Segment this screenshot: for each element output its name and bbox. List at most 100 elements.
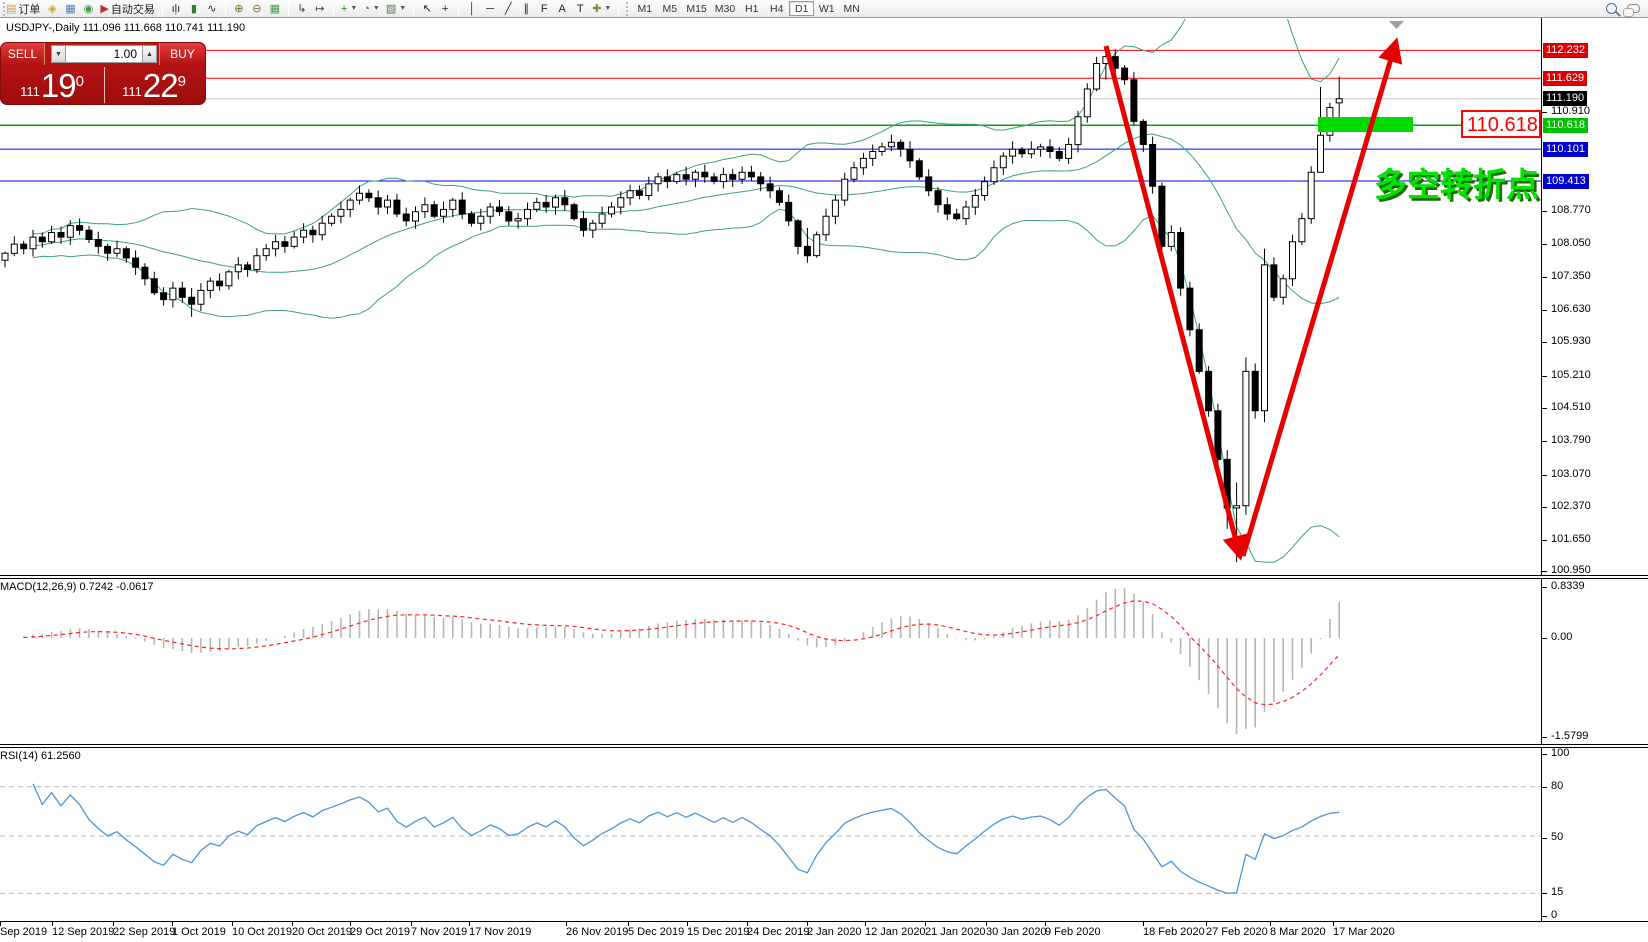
axis-tick: [1542, 737, 1547, 738]
sell-price-big: 19: [41, 69, 76, 102]
volume-stepper: ▼ 1.00 ▲: [51, 45, 157, 63]
price-tick-label: 107.350: [1551, 270, 1591, 282]
price-axis: 110.910108.770108.050107.350106.630105.9…: [1541, 18, 1648, 922]
date-label: 21 Jan 2020: [925, 926, 986, 938]
axis-tick: [1542, 838, 1547, 839]
macd-histogram: [24, 588, 1340, 734]
axis-tick: [1542, 916, 1547, 917]
candle-wicks: [5, 49, 1339, 562]
date-label: 26 Nov 2019: [566, 926, 628, 938]
price-tick-label: 104.510: [1551, 401, 1591, 413]
one-click-trade-panel: SELL ▼ 1.00 ▲ BUY 111 19 0 111 22 9: [0, 42, 206, 105]
axis-tick: [1542, 638, 1547, 639]
price-tick-label: 102.370: [1551, 500, 1591, 512]
macd-zero-label: 0.00: [1551, 631, 1572, 643]
volume-field[interactable]: 1.00: [66, 45, 142, 63]
price-level-badge: 111.629: [1543, 71, 1587, 86]
date-axis: Sep 2019 12 Sep 201922 Sep 20191 Oct 2019…: [0, 922, 1648, 942]
main-chart-panel: 110.618多空转折点 多空转折点: [0, 0, 1542, 562]
mt4-terminal-window: ▤订单◈▦◉▶自动交易ıļı▮∿⊕⊖▦↳↦+▼◔▼▧▼↖+│─╱∥FAT✚▼M1…: [0, 0, 1648, 942]
rsi-panel: [0, 784, 1541, 894]
rsi-tick-label: 15: [1551, 886, 1563, 898]
bollinger-lower-band: [33, 209, 1339, 562]
axis-tick: [1542, 893, 1547, 894]
date-label: 17 Nov 2019: [469, 926, 531, 938]
v-reversal-down-arrow: [1106, 46, 1240, 556]
price-tick-label: 103.790: [1551, 434, 1591, 446]
date-label: 2 Jan 2020: [807, 926, 861, 938]
buy-button[interactable]: BUY: [159, 43, 205, 65]
date-label: 15 Dec 2019: [687, 926, 749, 938]
axis-tick: [1542, 376, 1547, 377]
axis-tick: [1542, 787, 1547, 788]
date-label: 30 Jan 2020: [986, 926, 1047, 938]
price-level-badge: 110.618: [1543, 118, 1588, 133]
volume-increase-button[interactable]: ▲: [142, 45, 157, 63]
price-tick-label: 110.910: [1551, 105, 1590, 117]
price-tick-label: 105.930: [1551, 335, 1591, 347]
axis-tick: [1542, 475, 1547, 476]
panel-separator[interactable]: [0, 575, 1648, 579]
date-label: 20 Oct 2019: [292, 926, 352, 938]
axis-tick: [1542, 587, 1547, 588]
price-tick-label: 105.210: [1551, 369, 1591, 381]
axis-tick: [1542, 754, 1547, 755]
buy-price-big: 22: [143, 69, 178, 102]
price-tick-label: 108.050: [1551, 237, 1591, 249]
price-tick-label: 103.070: [1551, 468, 1591, 480]
rsi-tick-label: 0: [1551, 909, 1557, 921]
date-label: 22 Sep 2019: [113, 926, 175, 938]
date-label: 5 Dec 2019: [628, 926, 684, 938]
rsi-line: [33, 784, 1339, 894]
macd-max-label: 0.8339: [1551, 580, 1585, 592]
date-label: 27 Feb 2020: [1206, 926, 1268, 938]
volume-decrease-button[interactable]: ▼: [51, 45, 66, 63]
highlight-zone: [1318, 117, 1413, 132]
price-callout-text: 110.618: [1467, 114, 1538, 136]
axis-tick: [1542, 244, 1547, 245]
cn-annotation: 多空转折点: [1374, 166, 1539, 203]
macd-min-label: -1.5799: [1551, 730, 1588, 742]
axis-tick: [1542, 310, 1547, 311]
axis-tick: [1542, 507, 1547, 508]
rsi-tick-label: 80: [1551, 780, 1563, 792]
axis-tick: [1542, 408, 1547, 409]
date-label: 12 Sep 2019: [52, 926, 114, 938]
price-level-badge: 109.413: [1543, 174, 1589, 189]
price-level-badge: 111.190: [1543, 91, 1587, 106]
buy-price-figure: 111: [122, 82, 142, 102]
axis-tick: [1542, 342, 1547, 343]
price-level-badge: 110.101: [1543, 142, 1588, 157]
buy-price-pip: 9: [178, 74, 186, 89]
date-label: 8 Mar 2020: [1270, 926, 1326, 938]
date-label: 10 Oct 2019: [232, 926, 292, 938]
buy-price[interactable]: 111 22 9: [103, 65, 205, 105]
price-tick-label: 101.650: [1551, 533, 1591, 545]
rsi-tick-label: 100: [1551, 747, 1569, 759]
date-label: 18 Feb 2020: [1143, 926, 1205, 938]
date-label: 7 Nov 2019: [411, 926, 467, 938]
panel-separator[interactable]: [0, 744, 1648, 748]
macd-signal-line: [24, 601, 1340, 705]
date-label: 29 Oct 2019: [350, 926, 410, 938]
date-label: 1 Oct 2019: [172, 926, 226, 938]
axis-tick: [1542, 571, 1547, 572]
axis-tick: [1542, 540, 1547, 541]
axis-tick: [1542, 211, 1547, 212]
sell-price-pip: 0: [76, 74, 84, 89]
chart-canvas[interactable]: 110.618多空转折点 多空转折点: [0, 0, 1648, 942]
date-label: Sep 2019: [0, 926, 47, 938]
date-label: 24 Dec 2019: [747, 926, 809, 938]
sell-price-figure: 111: [20, 82, 40, 102]
chart-title: USDJPY-,Daily 111.096 111.668 110.741 11…: [6, 22, 245, 34]
date-label: 17 Mar 2020: [1333, 926, 1395, 938]
date-label: 12 Jan 2020: [865, 926, 926, 938]
date-label: 9 Feb 2020: [1045, 926, 1101, 938]
price-level-badge: 112.232: [1543, 43, 1588, 58]
sell-button[interactable]: SELL: [1, 43, 45, 65]
rsi-label: RSI(14) 61.2560: [0, 750, 81, 762]
macd-panel: [24, 588, 1340, 734]
sell-price[interactable]: 111 19 0: [1, 65, 103, 105]
chart-bottom-border: [0, 921, 1648, 922]
trade-panel-divider: [104, 67, 105, 103]
